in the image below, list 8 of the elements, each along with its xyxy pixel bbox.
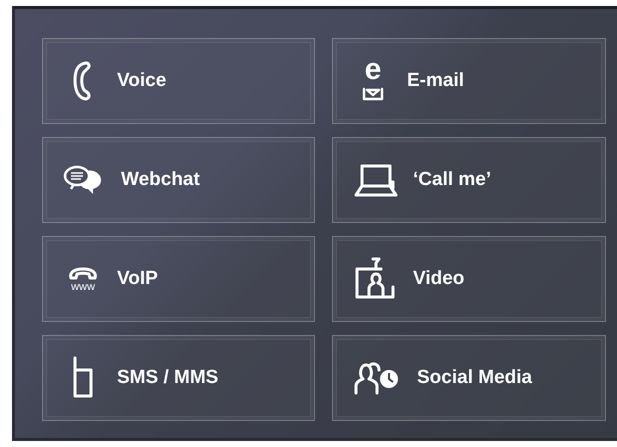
channel-button[interactable]: SMS / MMS	[42, 335, 315, 421]
channel-button[interactable]: Webchat	[42, 137, 315, 223]
channel-button[interactable]: Video	[332, 236, 606, 322]
channel-button[interactable]: e E-mail	[332, 38, 606, 124]
channel-button[interactable]: ‘Call me’	[332, 137, 606, 223]
channel-button[interactable]: Voice	[42, 38, 315, 124]
channel-button[interactable]: Social Media	[332, 335, 606, 421]
channel-button[interactable]: www VoIP	[42, 236, 315, 322]
